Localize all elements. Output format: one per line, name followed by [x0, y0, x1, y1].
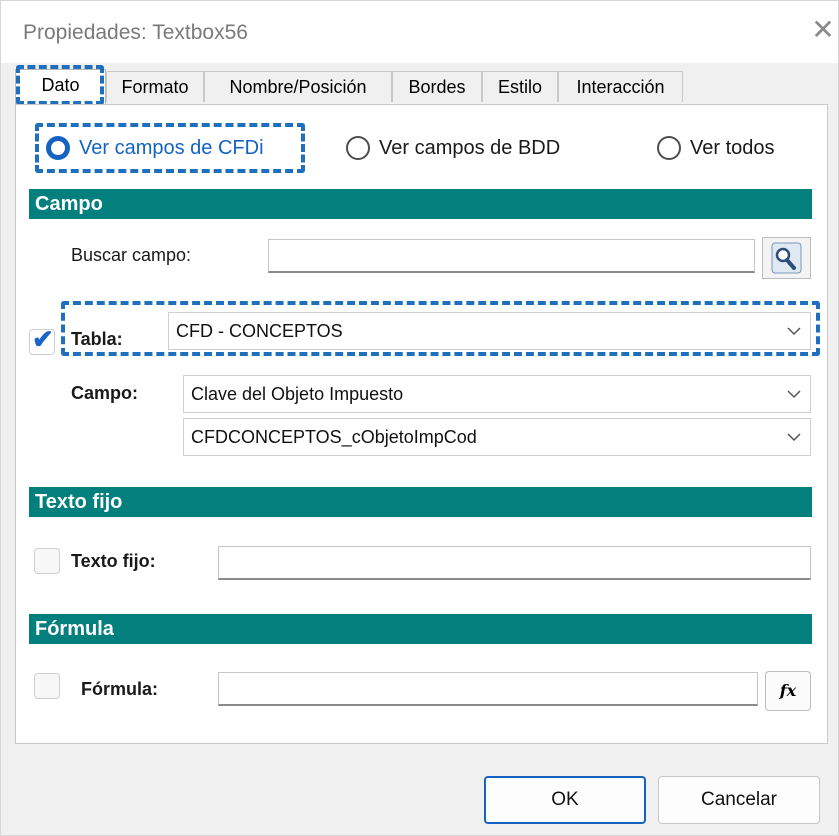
- highlight-tab-dato: [16, 65, 104, 105]
- tabla-label: Tabla:: [71, 329, 123, 349]
- chevron-down-icon: [786, 419, 802, 468]
- campo-code-select-value: CFDCONCEPTOS_cObjetoImpCod: [191, 427, 477, 447]
- texto-fijo-input[interactable]: [218, 546, 811, 580]
- radio-ver-campos-bdd[interactable]: [346, 136, 370, 160]
- formula-input[interactable]: [218, 672, 758, 706]
- texto-fijo-label: Texto fijo:: [71, 551, 156, 571]
- tabla-checkbox[interactable]: ✔: [29, 324, 55, 355]
- section-header-formula: Fórmula: [29, 614, 812, 644]
- tab-interaccion[interactable]: Interacción: [558, 71, 683, 102]
- campo-code-select[interactable]: CFDCONCEPTOS_cObjetoImpCod: [183, 418, 811, 456]
- tab-bordes[interactable]: Bordes: [392, 71, 482, 102]
- tabla-select[interactable]: CFD - CONCEPTOS: [168, 312, 811, 350]
- cancel-button[interactable]: Cancelar: [658, 776, 820, 824]
- radio-label-todos[interactable]: Ver todos: [690, 137, 775, 160]
- tab-estilo[interactable]: Estilo: [482, 71, 558, 102]
- radio-label-bdd[interactable]: Ver campos de BDD: [379, 137, 560, 160]
- campo-label: Campo:: [71, 383, 138, 403]
- window-title: Propiedades: Textbox56: [23, 21, 248, 44]
- radio-ver-todos[interactable]: [657, 136, 681, 160]
- campo-select[interactable]: Clave del Objeto Impuesto: [183, 375, 811, 413]
- tabla-select-value: CFD - CONCEPTOS: [176, 321, 343, 341]
- radio-ver-campos-cfdi[interactable]: [46, 136, 70, 160]
- close-icon[interactable]: ✕: [809, 15, 837, 45]
- tab-formato[interactable]: Formato: [106, 71, 204, 102]
- title-bar: Propiedades: Textbox56 ✕: [1, 1, 838, 63]
- checkmark-icon: ✔: [32, 324, 54, 354]
- buscar-campo-label: Buscar campo:: [71, 245, 192, 265]
- buscar-campo-input[interactable]: [268, 239, 755, 273]
- search-button[interactable]: [762, 237, 811, 279]
- formula-label: Fórmula:: [81, 679, 159, 699]
- fx-button[interactable]: fx: [765, 671, 811, 711]
- radio-label-cfdi[interactable]: Ver campos de CFDi: [79, 137, 264, 160]
- chevron-down-icon: [786, 313, 802, 362]
- properties-dialog: Propiedades: Textbox56 ✕ Dato Formato No…: [0, 0, 839, 836]
- ok-button[interactable]: OK: [484, 776, 646, 824]
- texto-fijo-checkbox[interactable]: [34, 548, 60, 574]
- section-header-campo: Campo: [29, 189, 812, 219]
- section-header-texto-fijo: Texto fijo: [29, 487, 812, 517]
- campo-select-value: Clave del Objeto Impuesto: [191, 384, 404, 404]
- magnifier-icon: [771, 242, 802, 274]
- tab-nombre-posicion[interactable]: Nombre/Posición: [204, 71, 392, 102]
- formula-checkbox[interactable]: [34, 673, 60, 699]
